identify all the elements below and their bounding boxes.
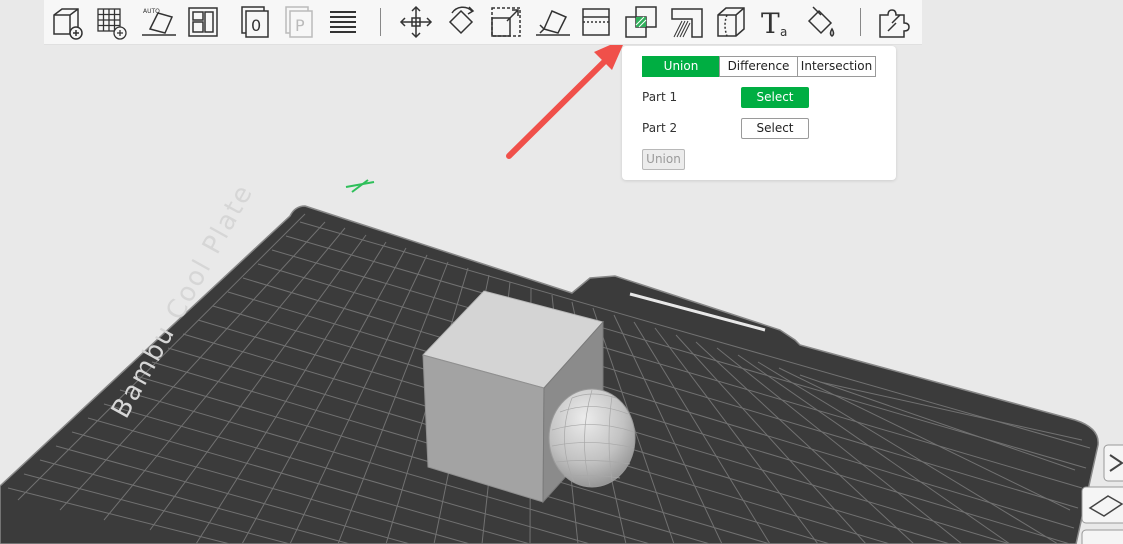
layers-icon[interactable] [324, 3, 362, 41]
axis-marker [345, 179, 375, 193]
boolean-operation-panel: Union Difference Intersection Part 1 Sel… [622, 46, 896, 180]
tab-difference[interactable]: Difference [719, 56, 798, 77]
svg-text:P: P [295, 16, 305, 35]
annotation-arrow [506, 38, 626, 159]
text-icon[interactable]: Ta [757, 3, 795, 41]
boolean-icon[interactable] [622, 3, 660, 41]
tab-intersection[interactable]: Intersection [797, 56, 876, 77]
svg-text:a: a [780, 25, 787, 39]
toolbar-separator [860, 8, 861, 36]
plate-0-icon[interactable]: 0 [236, 3, 274, 41]
color-paint-icon[interactable] [801, 3, 839, 41]
part1-label: Part 1 [642, 90, 678, 104]
cut-icon[interactable] [577, 3, 615, 41]
add-cube-icon[interactable] [48, 3, 86, 41]
support-paint-icon[interactable] [668, 3, 706, 41]
lay-on-face-icon[interactable] [534, 3, 572, 41]
3d-viewport[interactable]: Bambu Cool Plate [0, 0, 1123, 544]
scale-icon[interactable] [487, 3, 525, 41]
tab-union[interactable]: Union [642, 56, 720, 77]
seam-paint-icon[interactable] [712, 3, 750, 41]
svg-text:0: 0 [251, 16, 261, 35]
part2-label: Part 2 [642, 121, 678, 135]
svg-text:T: T [761, 7, 780, 40]
arrange-icon[interactable] [184, 3, 222, 41]
rotate-icon[interactable] [442, 3, 480, 41]
sphere-model[interactable] [548, 388, 636, 488]
apply-union-button[interactable]: Union [642, 149, 685, 170]
assembly-icon[interactable] [876, 3, 914, 41]
top-toolbar: AUTO 0 P Ta [44, 0, 922, 45]
part2-select-button[interactable]: Select [741, 118, 809, 139]
move-icon[interactable] [397, 3, 435, 41]
plate-p-icon[interactable]: P [280, 3, 318, 41]
auto-orient-icon[interactable]: AUTO [140, 3, 178, 41]
toolbar-separator [380, 8, 381, 36]
part1-select-button[interactable]: Select [741, 87, 809, 108]
add-grid-plate-icon[interactable] [92, 3, 130, 41]
